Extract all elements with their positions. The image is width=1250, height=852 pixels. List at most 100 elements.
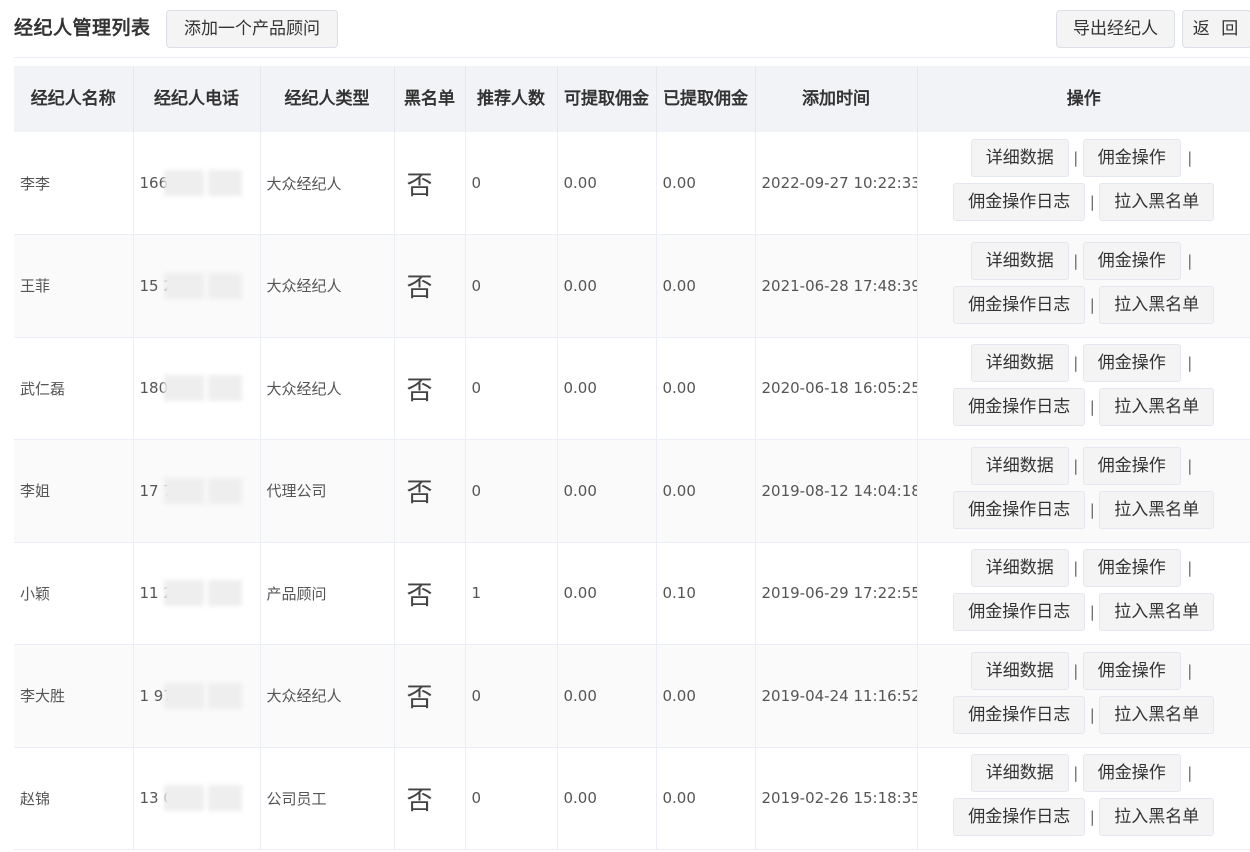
detail-data-button[interactable]: 详细数据 — [970, 139, 1069, 177]
withdrawable-commission: 0.00 — [557, 132, 657, 235]
commission-log-button[interactable]: 佣金操作日志 — [953, 388, 1086, 427]
actions-line-1: 详细数据 | 佣金操作 | — [924, 241, 1245, 286]
action-separator: | — [1089, 705, 1095, 724]
commission-log-button[interactable]: 佣金操作日志 — [953, 593, 1086, 632]
action-separator: | — [1073, 661, 1079, 680]
commission-log-button[interactable]: 佣金操作日志 — [953, 183, 1086, 221]
detail-data-button[interactable]: 详细数据 — [970, 549, 1069, 588]
broker-phone: 166 32 — [133, 132, 261, 235]
commission-action-button[interactable]: 佣金操作 — [1082, 446, 1181, 485]
table-row: 武仁磊 180 1 大众经纪人 否 0 0.00 0.00 2020-06-18… — [14, 337, 1250, 440]
row-actions: 详细数据 | 佣金操作 | 佣金操作日志 | 拉入黑名单 — [917, 439, 1250, 543]
actions-line-2: 佣金操作日志 | 拉入黑名单 — [924, 388, 1245, 432]
action-separator: | — [1187, 251, 1193, 270]
broker-type: 公司员工 — [260, 747, 395, 850]
row-actions: 详细数据 | 佣金操作 | 佣金操作日志 | 拉入黑名单 — [917, 747, 1250, 850]
commission-log-button[interactable]: 佣金操作日志 — [953, 490, 1086, 529]
broker-type: 大众经纪人 — [260, 234, 395, 338]
added-time: 2020-06-18 16:05:25 — [755, 337, 918, 440]
added-time: 2019-08-12 14:04:18 — [755, 439, 918, 543]
table-row: 赵锦 13 0928 公司员工 否 0 0.00 0.00 2019-02-26… — [14, 747, 1250, 850]
broker-name: 小颖 — [14, 542, 134, 645]
phone-redaction-blur — [207, 375, 242, 402]
broker-type: 大众经纪人 — [260, 132, 395, 235]
column-header-added-time[interactable]: 添加时间 — [755, 66, 918, 132]
withdrawable-commission: 0.00 — [557, 337, 657, 440]
actions-line-1: 详细数据 | 佣金操作 | — [924, 754, 1245, 798]
add-to-blacklist-button[interactable]: 拉入黑名单 — [1099, 490, 1215, 529]
detail-data-button[interactable]: 详细数据 — [970, 241, 1069, 280]
action-separator: | — [1073, 456, 1079, 475]
action-separator: | — [1089, 193, 1095, 211]
commission-log-button[interactable]: 佣金操作日志 — [953, 798, 1086, 837]
broker-type: 大众经纪人 — [260, 644, 395, 748]
withdrawn-commission: 0.00 — [656, 644, 756, 748]
commission-action-button[interactable]: 佣金操作 — [1082, 651, 1181, 690]
detail-data-button[interactable]: 详细数据 — [970, 754, 1069, 793]
withdrawable-commission: 0.00 — [557, 439, 657, 543]
blacklist-status: 否 — [394, 542, 466, 645]
blacklist-value: 否 — [406, 273, 433, 304]
detail-data-button[interactable]: 详细数据 — [970, 651, 1069, 690]
blacklist-value: 否 — [406, 375, 433, 406]
action-separator: | — [1073, 354, 1079, 373]
column-header-type[interactable]: 经纪人类型 — [260, 66, 395, 132]
column-header-blacklist[interactable]: 黑名单 — [394, 66, 466, 132]
back-button[interactable]: 返 回 — [1182, 10, 1250, 48]
broker-phone: 17 7 — [133, 439, 261, 543]
phone-redaction-blur — [207, 170, 242, 196]
add-to-blacklist-button[interactable]: 拉入黑名单 — [1099, 593, 1215, 632]
column-header-referrals[interactable]: 推荐人数 — [465, 66, 558, 132]
row-actions: 详细数据 | 佣金操作 | 佣金操作日志 | 拉入黑名单 — [917, 234, 1250, 338]
commission-action-button[interactable]: 佣金操作 — [1082, 241, 1181, 280]
detail-data-button[interactable]: 详细数据 — [970, 446, 1069, 485]
referral-count: 0 — [465, 234, 558, 338]
referral-count: 0 — [465, 132, 558, 235]
add-to-blacklist-button[interactable]: 拉入黑名单 — [1099, 798, 1215, 837]
commission-log-button[interactable]: 佣金操作日志 — [953, 695, 1086, 734]
add-to-blacklist-button[interactable]: 拉入黑名单 — [1099, 285, 1215, 324]
withdrawn-commission: 0.00 — [656, 337, 756, 440]
detail-data-button[interactable]: 详细数据 — [970, 344, 1069, 383]
add-product-advisor-button[interactable]: 添加一个产品顾问 — [166, 10, 338, 48]
phone-redaction-blur — [163, 580, 204, 607]
commission-log-button[interactable]: 佣金操作日志 — [953, 285, 1086, 324]
action-separator: | — [1187, 149, 1193, 167]
column-header-withdrawable[interactable]: 可提取佣金 — [557, 66, 657, 132]
column-header-name[interactable]: 经纪人名称 — [14, 66, 134, 132]
add-to-blacklist-button[interactable]: 拉入黑名单 — [1099, 183, 1215, 221]
broker-table: 经纪人名称 经纪人电话 经纪人类型 黑名单 推荐人数 可提取佣金 已提取佣金 添… — [14, 66, 1250, 850]
table-row: 王菲 15 28 大众经纪人 否 0 0.00 0.00 2021-06-28 … — [14, 234, 1250, 338]
withdrawable-commission: 0.00 — [557, 644, 657, 748]
added-time: 2022-09-27 10:22:33 — [755, 132, 918, 235]
row-actions: 详细数据 | 佣金操作 | 佣金操作日志 | 拉入黑名单 — [917, 542, 1250, 645]
add-to-blacklist-button[interactable]: 拉入黑名单 — [1099, 388, 1215, 427]
referral-count: 0 — [465, 644, 558, 748]
commission-action-button[interactable]: 佣金操作 — [1082, 344, 1181, 383]
commission-action-button[interactable]: 佣金操作 — [1082, 549, 1181, 588]
column-header-withdrawn[interactable]: 已提取佣金 — [656, 66, 756, 132]
phone-redaction-blur — [163, 170, 204, 196]
phone-redaction-blur — [163, 477, 204, 504]
commission-action-button[interactable]: 佣金操作 — [1082, 139, 1181, 177]
added-time: 2019-04-24 11:16:52 — [755, 644, 918, 748]
withdrawn-commission: 0.00 — [656, 132, 756, 235]
broker-phone: 1 978 1 — [133, 644, 261, 748]
row-actions: 详细数据 | 佣金操作 | 佣金操作日志 | 拉入黑名单 — [917, 132, 1250, 235]
toolbar: 经纪人管理列表 添加一个产品顾问 导出经纪人 返 回 — [0, 0, 1250, 56]
broker-phone: 15 28 — [133, 234, 261, 338]
table-row: 李李 166 32 大众经纪人 否 0 0.00 0.00 2022-09-27… — [14, 132, 1250, 235]
actions-line-1: 详细数据 | 佣金操作 | — [924, 651, 1245, 696]
export-brokers-button[interactable]: 导出经纪人 — [1056, 10, 1175, 48]
column-header-phone[interactable]: 经纪人电话 — [133, 66, 261, 132]
withdrawn-commission: 0.10 — [656, 542, 756, 645]
phone-redaction-blur — [207, 785, 242, 812]
phone-redaction-blur — [207, 682, 242, 709]
commission-action-button[interactable]: 佣金操作 — [1082, 754, 1181, 793]
actions-line-1: 详细数据 | 佣金操作 | — [924, 139, 1245, 183]
referral-count: 0 — [465, 439, 558, 543]
actions-line-2: 佣金操作日志 | 拉入黑名单 — [924, 490, 1245, 535]
withdrawable-commission: 0.00 — [557, 234, 657, 338]
add-to-blacklist-button[interactable]: 拉入黑名单 — [1099, 695, 1215, 734]
table-row: 小颖 11 22 产品顾问 否 1 0.00 0.10 2019-06-29 1… — [14, 542, 1250, 645]
